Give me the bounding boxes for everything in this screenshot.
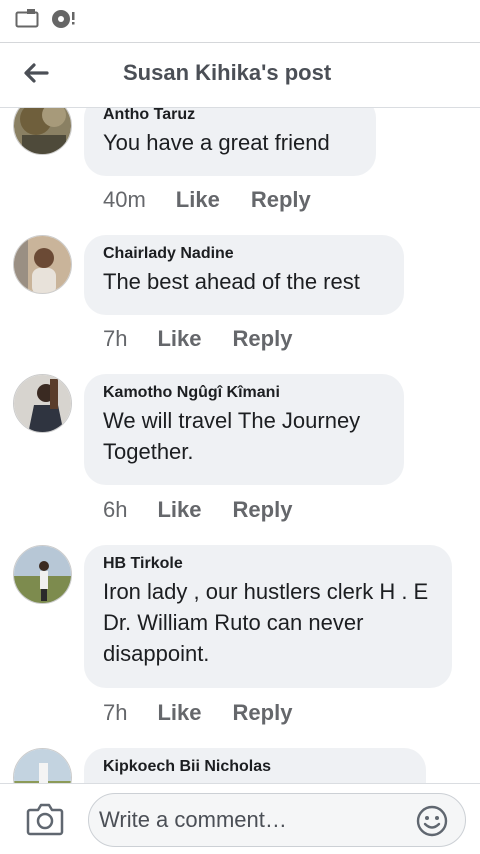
comment-bubble[interactable]: Kipkoech Bii Nicholas	[84, 748, 426, 783]
comment-time: 6h	[103, 497, 128, 522]
emoji-button[interactable]	[416, 805, 448, 837]
like-button[interactable]: Like	[157, 326, 201, 352]
comment-time: 7h	[103, 700, 128, 725]
comment-text: Iron lady , our hustlers clerk H . E Dr.…	[103, 579, 429, 666]
comment-actions: 7h Like Reply	[103, 700, 292, 726]
comment-text: We will travel The Journey Together.	[103, 408, 361, 464]
comment-bubble[interactable]: Chairlady Nadine The best ahead of the r…	[84, 235, 404, 315]
comment-bubble[interactable]: Antho Taruz You have a great friend	[84, 108, 376, 176]
comment-list[interactable]: Antho Taruz You have a great friend 40m …	[0, 108, 480, 783]
sd-card-icon	[15, 8, 39, 28]
comment-author[interactable]: Kipkoech Bii Nicholas	[103, 757, 407, 777]
media-notification-icon	[51, 8, 77, 30]
reply-button[interactable]: Reply	[251, 187, 311, 213]
post-header: Susan Kihika's post	[0, 42, 480, 108]
like-button[interactable]: Like	[157, 497, 201, 523]
comment-bubble[interactable]: Kamotho Ngûgî Kîmani We will travel The …	[84, 374, 404, 485]
comment-bubble[interactable]: HB Tirkole Iron lady , our hustlers cler…	[84, 545, 452, 688]
emoji-icon	[416, 805, 448, 837]
comment-input-placeholder: Write a comment…	[99, 807, 287, 832]
comment-author[interactable]: HB Tirkole	[103, 554, 433, 574]
comment-input[interactable]: Write a comment…	[88, 793, 466, 847]
comment-actions: 40m Like Reply	[103, 187, 311, 213]
camera-button[interactable]	[26, 802, 64, 836]
back-button[interactable]	[16, 53, 56, 93]
page-title: Susan Kihika's post	[123, 60, 332, 85]
status-bar	[0, 0, 480, 36]
like-button[interactable]: Like	[157, 700, 201, 726]
like-button[interactable]: Like	[176, 187, 220, 213]
reply-button[interactable]: Reply	[233, 700, 293, 726]
camera-icon	[26, 803, 64, 836]
reply-button[interactable]: Reply	[233, 326, 293, 352]
comment-text: You have a great friend	[103, 130, 330, 155]
avatar[interactable]	[13, 374, 72, 433]
comment-author[interactable]: Antho Taruz	[103, 108, 357, 125]
comment-actions: 7h Like Reply	[103, 326, 292, 352]
comment-author[interactable]: Chairlady Nadine	[103, 244, 385, 264]
avatar[interactable]	[13, 545, 72, 604]
comment-author[interactable]: Kamotho Ngûgî Kîmani	[103, 383, 385, 403]
comment-time: 7h	[103, 326, 128, 351]
avatar[interactable]	[13, 235, 72, 294]
comment-time: 40m	[103, 187, 146, 212]
comment-text: The best ahead of the rest	[103, 269, 360, 294]
reply-button[interactable]: Reply	[233, 497, 293, 523]
comment-composer: Write a comment…	[0, 783, 480, 854]
back-arrow-icon	[24, 63, 49, 83]
avatar[interactable]	[13, 748, 72, 783]
comment-actions: 6h Like Reply	[103, 497, 292, 523]
avatar[interactable]	[13, 108, 72, 155]
